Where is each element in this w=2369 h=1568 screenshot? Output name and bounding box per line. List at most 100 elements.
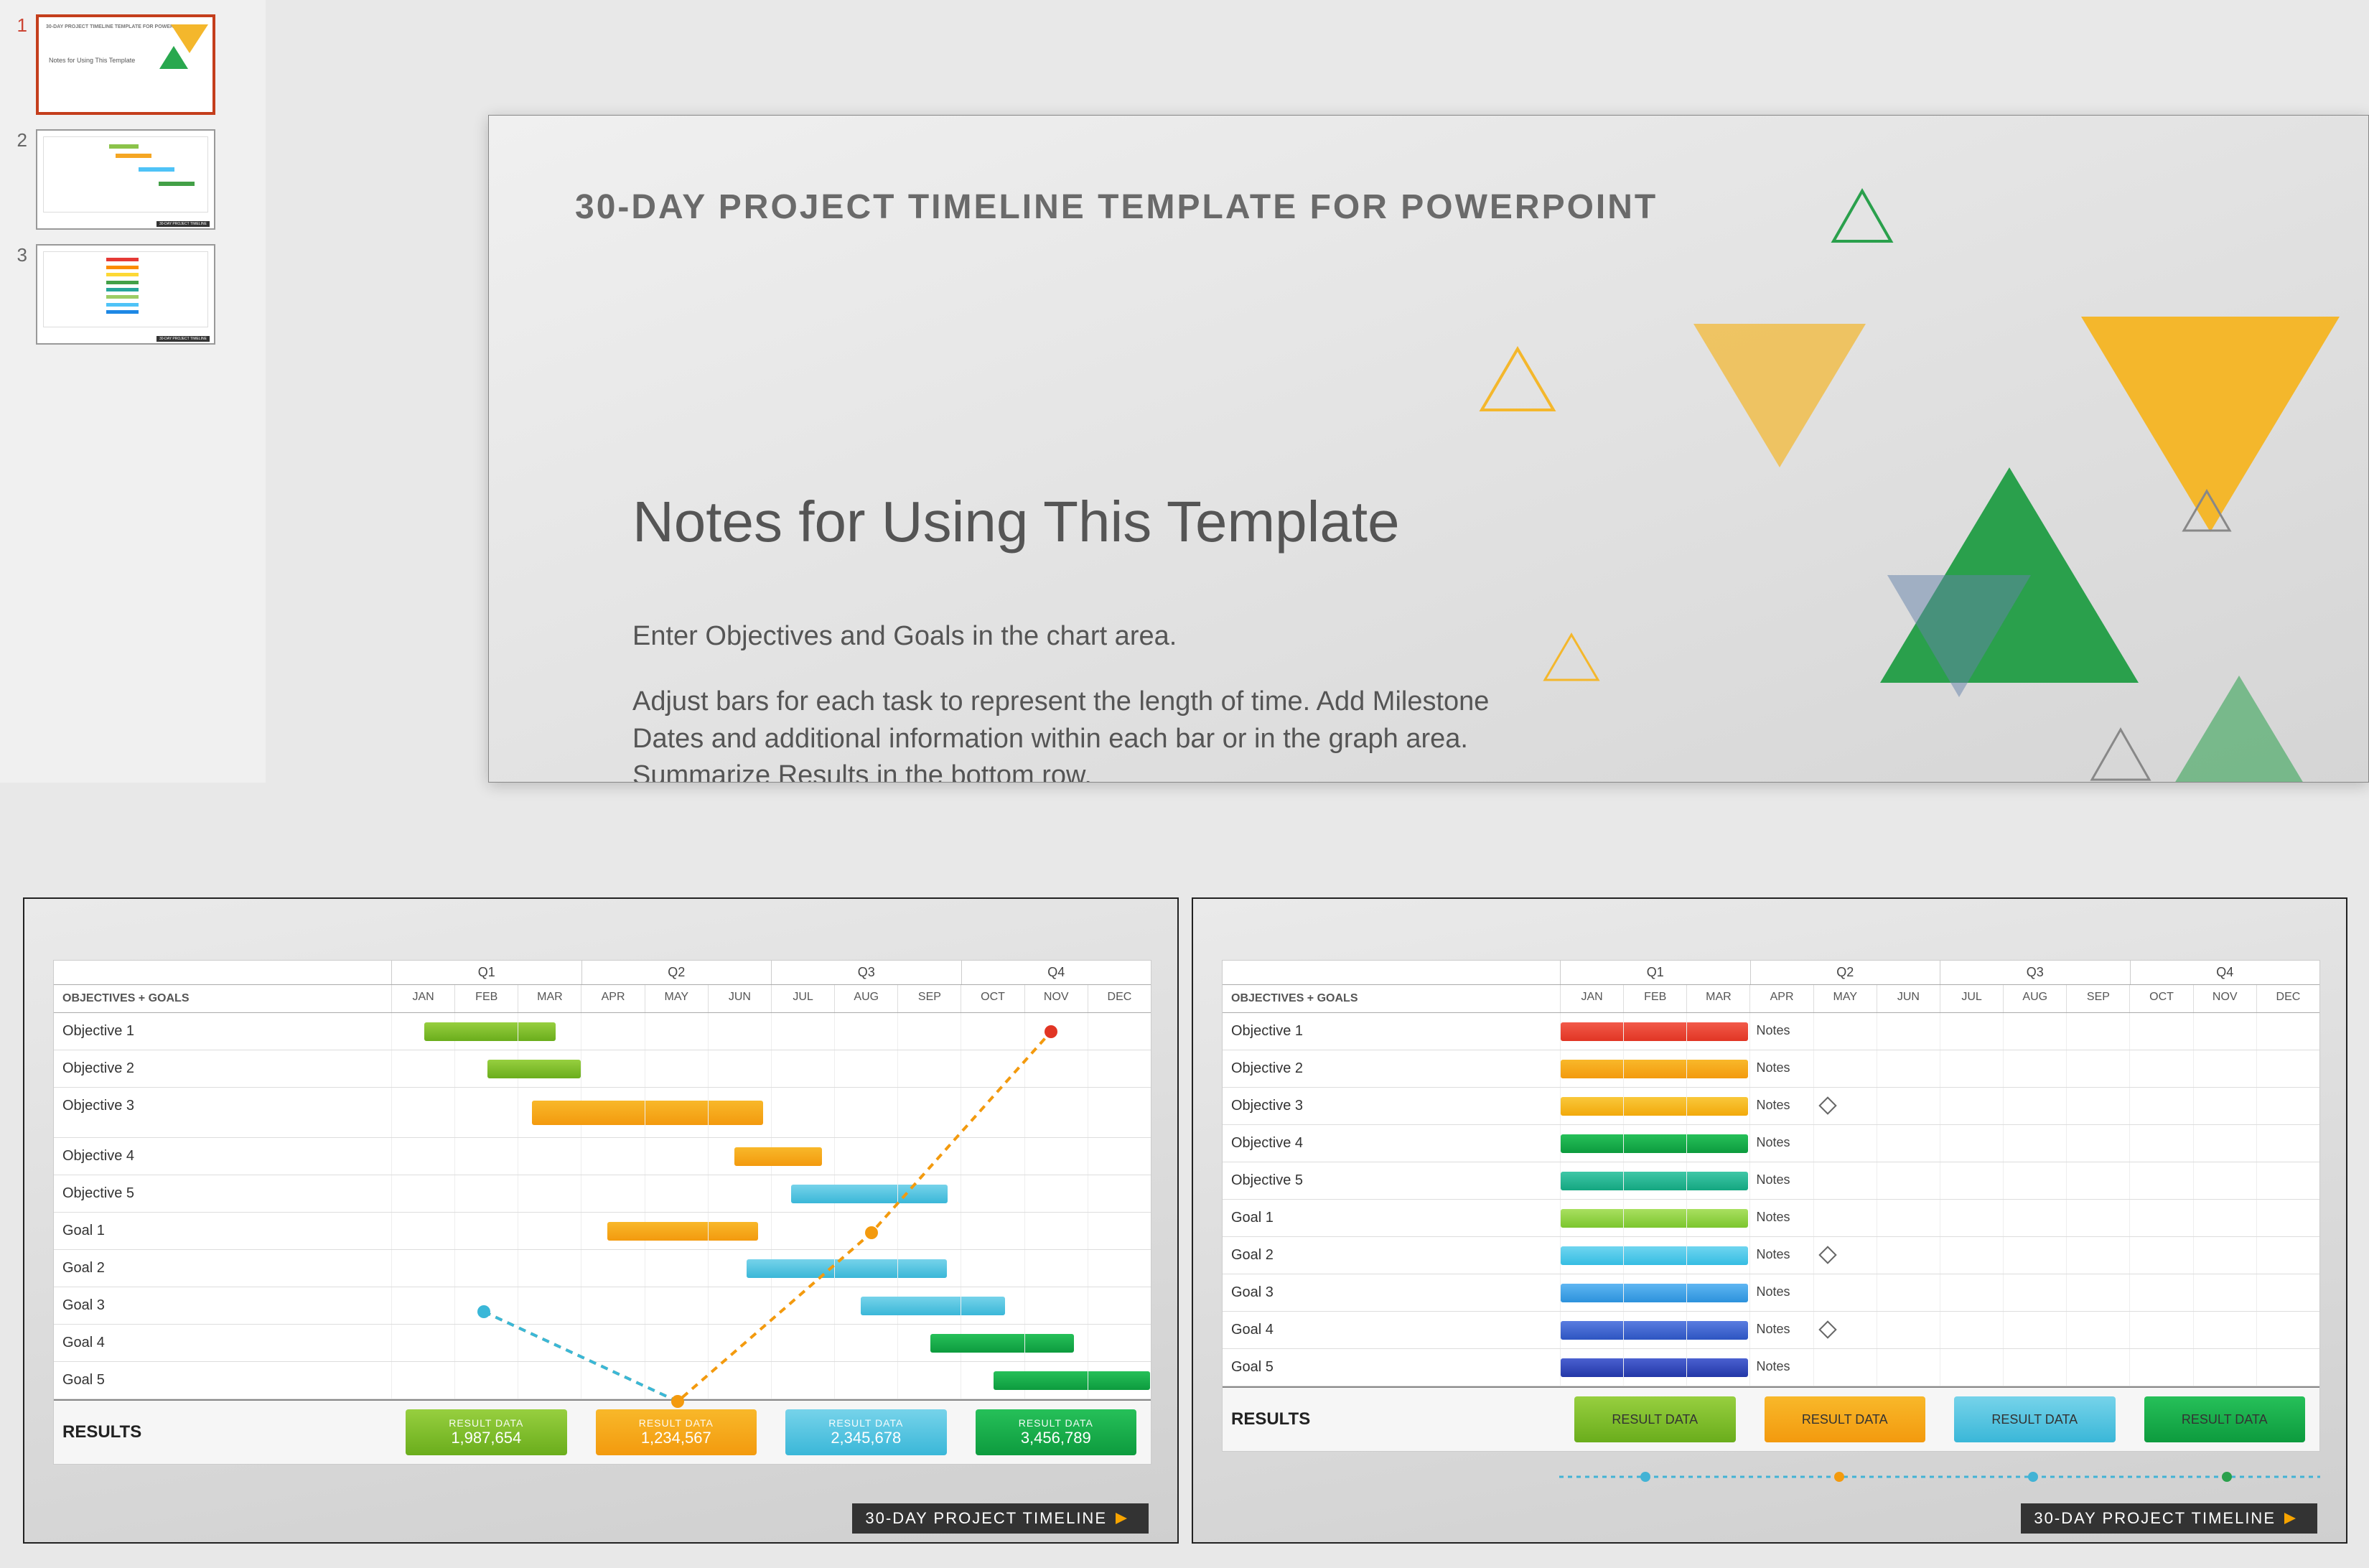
gantt-row: Goal 2 [54,1250,1151,1287]
body-p2: Adjust bars for each task to represent t… [632,683,1551,783]
triangle-outline-icon [1830,187,1894,245]
month-label: DEC [1088,985,1151,1012]
month-label: APR [1749,985,1813,1012]
task-bar[interactable] [487,1060,581,1078]
row-label: Objective 4 [54,1138,391,1175]
row-label: Goal 2 [1223,1237,1560,1274]
gantt-row: Goal 2 Notes [1223,1237,2319,1274]
row-label: Objective 3 [1223,1088,1560,1124]
milestone-icon [1818,1246,1837,1264]
thumbnail-image-1[interactable]: 30-DAY PROJECT TIMELINE TEMPLATE FOR POW… [36,14,215,115]
notes-label: Notes [1756,1210,1790,1225]
triangle-outline-icon [2088,726,2153,783]
row-label: Goal 2 [54,1250,391,1287]
month-label: MAY [1813,985,1877,1012]
footer-tag: 30-DAY PROJECT TIMELINE [852,1503,1149,1534]
month-label: JAN [391,985,454,1012]
row-label: Objective 5 [54,1175,391,1212]
row-label: Goal 3 [54,1287,391,1324]
notes-label: Notes [1756,1172,1790,1187]
results-row: RESULTS RESULT DATA RESULT DATA RESULT D… [1223,1386,2319,1451]
q-label: Q3 [1940,961,2130,984]
milestone-icon [1818,1096,1837,1115]
row-label: Objective 5 [1223,1162,1560,1199]
slide-thumbnail-1[interactable]: 1 30-DAY PROJECT TIMELINE TEMPLATE FOR P… [7,14,258,115]
gantt-row: Objective 3 Notes [1223,1088,2319,1125]
gantt-row: Objective 4 [54,1138,1151,1175]
slide-title: 30-DAY PROJECT TIMELINE TEMPLATE FOR POW… [575,187,1658,227]
result-box: RESULT DATA1,987,654 [406,1409,567,1455]
trend-line-overlay [1559,1466,2320,1488]
q-label: Q4 [2130,961,2320,984]
slide-number-2: 2 [7,129,36,151]
notes-label: Notes [1756,1247,1790,1262]
notes-label: Notes [1756,1135,1790,1150]
row-label: Goal 4 [1223,1312,1560,1348]
notes-label: Notes [1756,1284,1790,1299]
gantt-row: Objective 4Notes [1223,1125,2319,1162]
slide-subtitle: Notes for Using This Template [632,489,1400,555]
month-label: AUG [834,985,897,1012]
month-label: MAR [518,985,581,1012]
thumbnail-image-2[interactable]: 30-DAY PROJECT TIMELINE [36,129,215,230]
q-label: Q2 [1750,961,1940,984]
month-label: SEP [2066,985,2129,1012]
month-label: JUL [1940,985,2003,1012]
main-slide[interactable]: 30-DAY PROJECT TIMELINE TEMPLATE FOR POW… [488,115,2369,783]
q-label: Q1 [391,961,581,984]
slide-thumbnail-3[interactable]: 3 30-DAY PROJECT TIMELINE [7,244,258,345]
q-label: Q4 [961,961,1151,984]
gantt-row: Goal 5 [54,1362,1151,1399]
footer-tag: 30-DAY PROJECT TIMELINE [2021,1503,2317,1534]
month-label: JUN [1877,985,1940,1012]
thumbnail-image-3[interactable]: 30-DAY PROJECT TIMELINE [36,244,215,345]
month-label: FEB [1623,985,1686,1012]
slide-thumbnail-2[interactable]: 2 30-DAY PROJECT TIMELINE [7,129,258,230]
gantt-row: Goal 1Notes [1223,1200,2319,1237]
result-box: RESULT DATA3,456,789 [976,1409,1137,1455]
task-bar[interactable] [734,1147,822,1166]
body-p1: Enter Objectives and Goals in the chart … [632,618,1551,655]
triangle-icon [2153,676,2325,783]
gantt-row: Objective 1 [54,1013,1151,1050]
results-label: RESULTS [54,1422,391,1442]
row-label: Goal 3 [1223,1274,1560,1311]
notes-label: Notes [1756,1060,1790,1075]
row-label: Goal 5 [54,1362,391,1399]
slide-number-1: 1 [7,14,36,37]
notes-label: Notes [1756,1359,1790,1374]
month-label: JUN [708,985,771,1012]
row-label: Goal 4 [54,1325,391,1361]
row-label: Objective 2 [54,1050,391,1087]
notes-label: Notes [1756,1098,1790,1113]
month-label: FEB [454,985,518,1012]
result-box: RESULT DATA1,234,567 [596,1409,757,1455]
triangle-outline-icon [1478,345,1557,414]
result-box: RESULT DATA [1574,1396,1736,1442]
month-label: DEC [2256,985,2319,1012]
objectives-goals-label: OBJECTIVES + GOALS [1223,985,1560,1012]
triangle-icon [1693,324,1866,467]
month-label: MAR [1686,985,1749,1012]
gantt-row: Goal 3 Notes [1223,1274,2319,1312]
row-label: Objective 3 [54,1088,391,1137]
month-label: OCT [2129,985,2192,1012]
notes-label: Notes [1756,1023,1790,1038]
triangle-icon [1887,575,2031,697]
q-label: Q2 [581,961,772,984]
gantt-row: Objective 2 [54,1050,1151,1088]
gantt-chart-right: Q1 Q2 Q3 Q4 OBJECTIVES + GOALS JAN FEB M… [1192,897,2347,1544]
month-label: JUL [771,985,834,1012]
gantt-row: Objective 3 [54,1088,1151,1138]
notes-label: Notes [1756,1322,1790,1337]
month-label: SEP [897,985,961,1012]
gantt-row: Goal 1 [54,1213,1151,1250]
month-label: OCT [961,985,1024,1012]
results-row: RESULTS RESULT DATA1,987,654 RESULT DATA… [54,1399,1151,1464]
gantt-row: Objective 5 [54,1175,1151,1213]
gantt-row: Goal 3 [54,1287,1151,1325]
triangle-outline-icon [1543,633,1600,683]
month-label: NOV [1024,985,1088,1012]
slide-body: Enter Objectives and Goals in the chart … [632,618,1551,783]
row-label: Objective 2 [1223,1050,1560,1087]
